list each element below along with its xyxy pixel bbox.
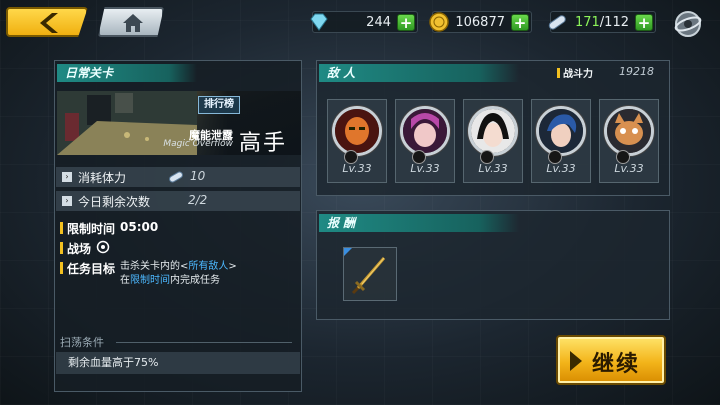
sweep-title: 扫荡条件 bbox=[60, 336, 104, 349]
play-icon bbox=[570, 351, 582, 371]
add-coins-button[interactable]: + bbox=[511, 14, 529, 31]
enemy-portrait bbox=[400, 106, 450, 156]
energy-pill-icon bbox=[169, 171, 183, 183]
stage-name-en: Magic Overflow bbox=[163, 139, 233, 149]
continue-button[interactable]: 继续 bbox=[556, 335, 666, 385]
energy-counter: 171/112 + bbox=[548, 11, 656, 33]
energy-cost-value: 10 bbox=[190, 169, 206, 183]
row-marker-icon: › bbox=[62, 196, 72, 206]
gem-icon bbox=[310, 13, 328, 31]
enemy-card[interactable]: Lv.33 bbox=[463, 99, 523, 183]
objective-label: 任务目标 bbox=[60, 260, 115, 277]
enemy-portrait bbox=[536, 106, 586, 156]
enemy-portrait bbox=[332, 106, 382, 156]
battlefield-label: 战场 bbox=[60, 240, 91, 257]
power-value: 19218 bbox=[619, 65, 654, 78]
energy-cost-label: 消耗体力 bbox=[78, 171, 127, 185]
row-marker-icon: › bbox=[62, 172, 72, 182]
leaderboard-button[interactable]: 排行榜 bbox=[198, 96, 240, 114]
stage-panel-title: 日常关卡 bbox=[57, 64, 197, 82]
enemies-panel: 敌 人 战斗力 19218 Lv.33 Lv.33 Lv.33 Lv.33 Lv… bbox=[316, 60, 670, 196]
energy-pill-icon bbox=[548, 15, 566, 30]
objective-description: 击杀关卡内的<所有敌人> 在限制时间内完成任务 bbox=[120, 261, 237, 286]
enemy-portrait bbox=[468, 106, 518, 156]
stage-banner: 魔能泄露 Magic Overflow 高手 bbox=[57, 91, 301, 155]
stage-difficulty: 高手 bbox=[238, 131, 287, 155]
time-limit-label: 限制时间 bbox=[60, 220, 115, 237]
enemy-level: Lv.33 bbox=[478, 162, 508, 175]
remaining-attempts-label: 今日剩余次数 bbox=[78, 195, 151, 209]
enemy-level: Lv.33 bbox=[546, 162, 576, 175]
rewards-panel: 报 酬 bbox=[316, 210, 670, 320]
energy-max: /112 bbox=[599, 14, 629, 30]
enemy-level: Lv.33 bbox=[410, 162, 440, 175]
power-label: 战斗力 bbox=[557, 65, 593, 80]
home-icon bbox=[123, 14, 143, 32]
add-gems-button[interactable]: + bbox=[397, 14, 415, 31]
enemy-portrait bbox=[604, 106, 654, 156]
back-arrow-icon bbox=[40, 13, 58, 33]
reward-item[interactable] bbox=[343, 247, 397, 301]
enemy-card[interactable]: Lv.33 bbox=[531, 99, 591, 183]
continue-label: 继续 bbox=[592, 352, 641, 377]
enemy-level: Lv.33 bbox=[614, 162, 644, 175]
add-energy-button[interactable]: + bbox=[635, 14, 653, 31]
rewards-title: 报 酬 bbox=[319, 214, 519, 232]
time-limit-value: 05:00 bbox=[120, 220, 159, 234]
sweep-divider bbox=[116, 342, 292, 343]
enemy-card[interactable]: Lv.33 bbox=[395, 99, 455, 183]
sweep-condition: 剩余血量高于75% bbox=[56, 352, 300, 374]
remaining-attempts-value: 2/2 bbox=[188, 193, 208, 207]
energy-current: 171 bbox=[574, 14, 600, 30]
enemies-title: 敌 人 bbox=[319, 64, 519, 82]
back-button[interactable] bbox=[6, 7, 88, 37]
remaining-attempts-row: › 今日剩余次数 2/2 bbox=[56, 191, 300, 211]
settings-icon[interactable] bbox=[672, 7, 704, 39]
coin-icon bbox=[429, 12, 449, 32]
eye-icon[interactable] bbox=[96, 240, 110, 254]
enemy-level: Lv.33 bbox=[342, 162, 372, 175]
enemy-card[interactable]: Lv.33 bbox=[599, 99, 659, 183]
home-button[interactable] bbox=[98, 7, 164, 37]
enemy-card[interactable]: Lv.33 bbox=[327, 99, 387, 183]
gems-counter: 244 + bbox=[310, 11, 418, 33]
energy-cost-row: › 消耗体力 10 bbox=[56, 167, 300, 187]
coins-counter: 106877 + bbox=[429, 11, 532, 33]
